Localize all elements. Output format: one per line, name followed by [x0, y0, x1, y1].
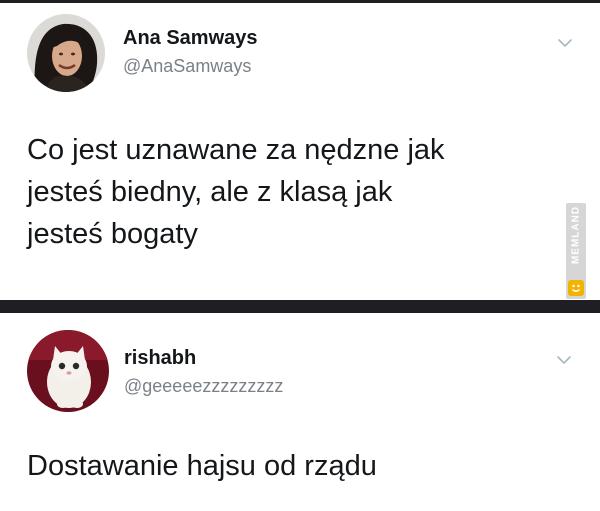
chevron-down-icon[interactable]: [556, 354, 572, 366]
watermark-text: MEMLAND: [570, 205, 582, 265]
chevron-down-icon[interactable]: [557, 37, 573, 49]
tweet-divider: [0, 300, 600, 313]
display-name[interactable]: rishabh: [124, 347, 196, 370]
tweet-text-line: jesteś biedny, ale z klasą jak: [27, 176, 393, 208]
smiley-icon: [568, 280, 584, 296]
tweet-text-line: jesteś bogaty: [27, 218, 198, 250]
user-handle[interactable]: @AnaSamways: [123, 56, 251, 77]
tweet-text: Co jest uznawane za nędzne jak jesteś bi…: [27, 129, 547, 255]
tweet-card: Ana Samways @AnaSamways Co jest uznawane…: [0, 3, 600, 300]
tweet-text: Dostawanie hajsu od rządu: [27, 445, 547, 487]
profile-photo-kitten-icon: [27, 330, 109, 412]
tweet-text-line: Co jest uznawane za nędzne jak: [27, 134, 445, 166]
display-name[interactable]: Ana Samways: [123, 27, 258, 50]
profile-photo-woman-icon: [27, 14, 105, 92]
tweet-card: rishabh @geeeeezzzzzzzzz Dostawanie hajs…: [0, 313, 600, 511]
watermark-badge: MEMLAND: [566, 203, 586, 299]
avatar[interactable]: [27, 14, 105, 92]
user-handle[interactable]: @geeeeezzzzzzzzz: [124, 376, 283, 397]
tweet-text-line: Dostawanie hajsu od rządu: [27, 450, 377, 482]
avatar[interactable]: [27, 330, 109, 412]
